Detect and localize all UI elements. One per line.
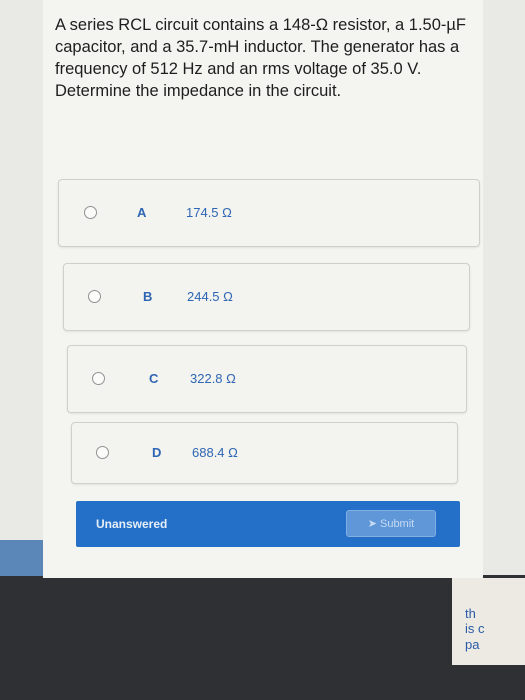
submit-button[interactable]: ➤ Submit (346, 510, 436, 537)
option-value: 322.8 Ω (190, 371, 236, 386)
submit-label: Submit (379, 518, 415, 530)
answer-status-bar: Unanswered ➤ Submit (76, 501, 460, 547)
answer-option-d[interactable]: D 688.4 Ω (71, 422, 458, 484)
option-letter: D (152, 445, 162, 460)
option-letter: C (149, 371, 159, 386)
question-text: A series RCL circuit contains a 148-Ω re… (55, 16, 466, 100)
answer-option-c[interactable]: C 322.8 Ω (67, 345, 467, 413)
side-panel-peek (452, 578, 525, 665)
option-value: 688.4 Ω (192, 445, 238, 460)
answer-option-a[interactable]: A 174.5 Ω (58, 179, 480, 247)
side-peek-line: th (465, 606, 476, 621)
status-label: Unanswered (96, 517, 168, 531)
side-peek-line: pa (465, 637, 480, 652)
option-letter: A (137, 205, 147, 220)
side-peek-line: is c (465, 621, 485, 636)
option-letter: B (143, 289, 153, 304)
send-icon: ➤ (367, 518, 377, 530)
radio-button-icon[interactable] (88, 290, 101, 303)
left-edge-strip (0, 540, 45, 576)
radio-button-icon[interactable] (92, 372, 105, 385)
answer-option-b[interactable]: B 244.5 Ω (63, 263, 470, 331)
background-dark-area (0, 575, 525, 700)
option-value: 244.5 Ω (187, 289, 233, 304)
radio-button-icon[interactable] (96, 446, 109, 459)
radio-button-icon[interactable] (84, 206, 97, 219)
option-value: 174.5 Ω (186, 205, 232, 220)
